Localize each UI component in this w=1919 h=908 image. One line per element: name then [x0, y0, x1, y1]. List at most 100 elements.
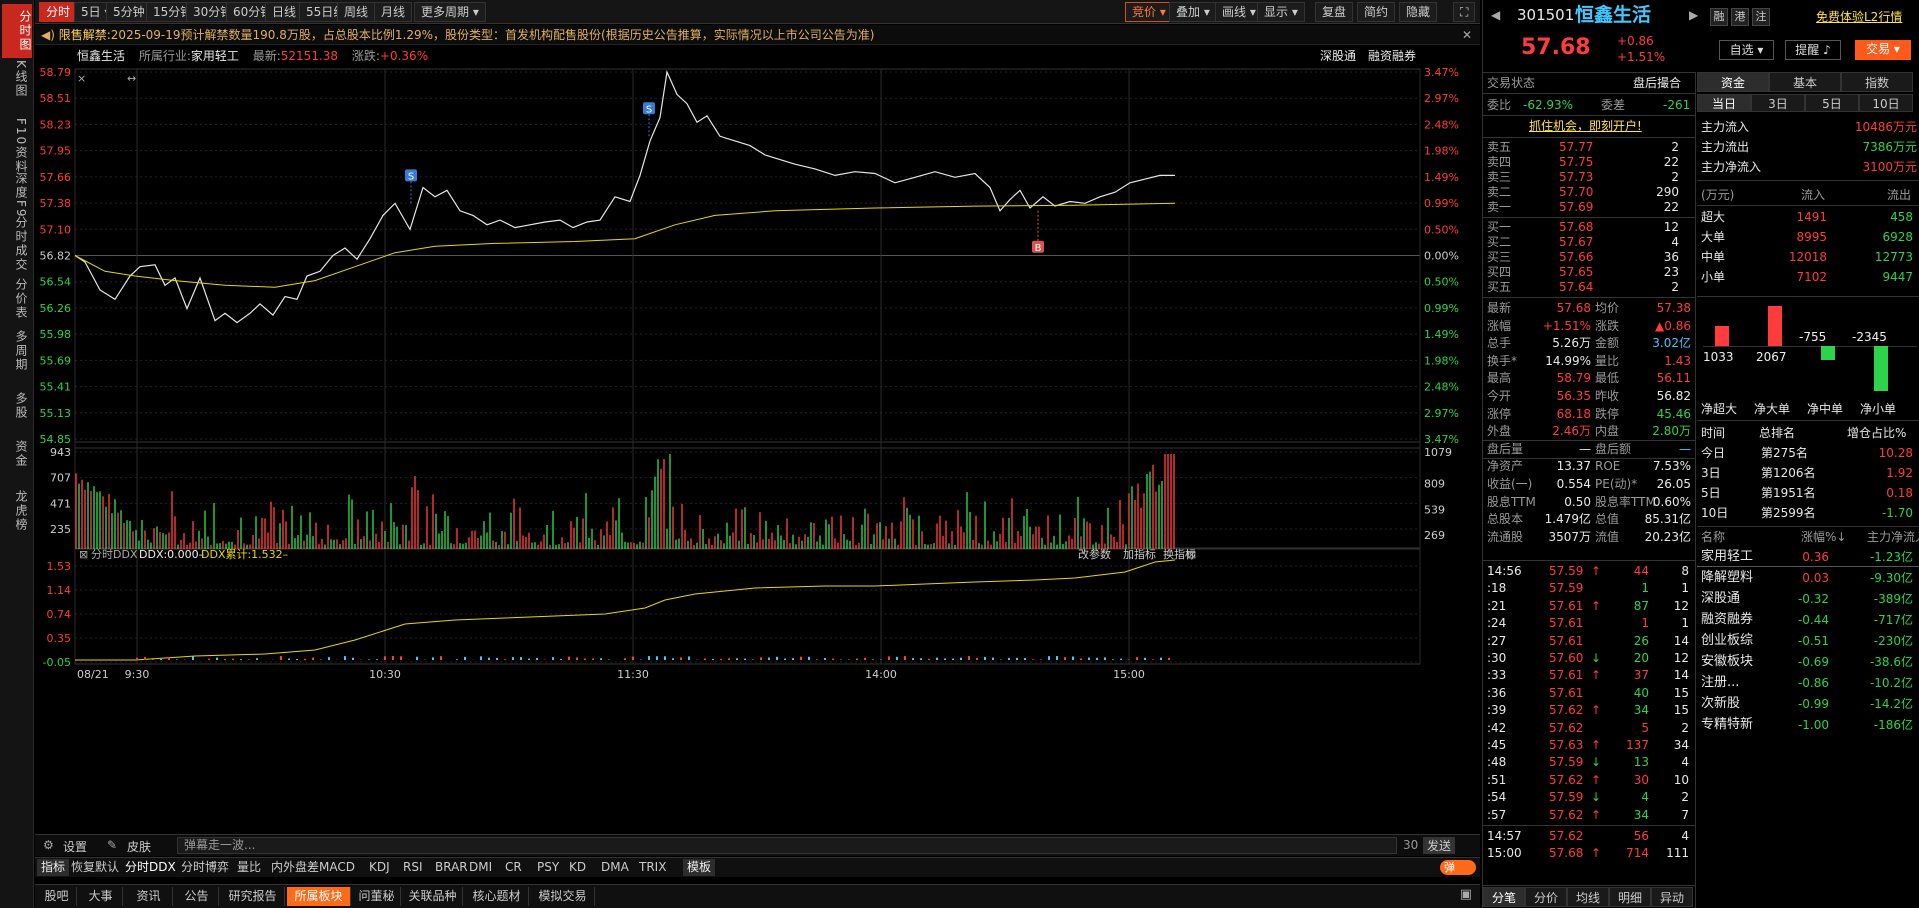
nav-tab-4[interactable]: 研究报告 — [221, 887, 285, 906]
nav-tab-2[interactable]: 资讯 — [125, 887, 173, 906]
indicator-tab-10[interactable]: DMI — [465, 859, 496, 876]
period-tab-8[interactable]: 周线 — [337, 2, 376, 22]
close-icon[interactable]: × — [77, 72, 86, 85]
left-tab-2[interactable]: F10资料 — [6, 118, 28, 174]
tick-tab-3[interactable]: 明细 — [1609, 887, 1651, 907]
left-tab-8[interactable]: 资金 — [6, 440, 28, 468]
left-tab-7[interactable]: 多股 — [6, 392, 28, 420]
next-stock-icon[interactable]: ▶ — [1689, 6, 1698, 24]
nav-tab-1[interactable]: 大事 — [79, 887, 123, 906]
tick-tab-4[interactable]: 异动 — [1651, 887, 1693, 907]
sector-name[interactable]: 家用轻工 — [1701, 548, 1753, 566]
close-icon[interactable]: ✕ — [1462, 25, 1472, 44]
l2-link[interactable]: 免费体验L2行情 — [1816, 8, 1902, 26]
remind-button[interactable]: 提醒 ♪ — [1785, 40, 1841, 60]
sector-name[interactable]: 创业板综 — [1701, 632, 1753, 650]
skin-button[interactable]: 皮肤 — [127, 838, 151, 855]
indicator-tab-16[interactable]: 模板 — [683, 859, 716, 876]
nav-tab-7[interactable]: 关联品种 — [403, 887, 463, 906]
ddx-tool-0[interactable]: 改参数 — [1078, 547, 1111, 561]
stock-tag-2[interactable]: 注 — [1752, 8, 1770, 26]
nav-tab-5[interactable]: 所属板块 — [287, 887, 351, 906]
prev-stock-icon[interactable]: ◀ — [1491, 6, 1500, 24]
indicator-tab-7[interactable]: KDJ — [365, 859, 394, 876]
indicator-tab-2[interactable]: 分时DDX — [121, 859, 180, 876]
left-tab-5[interactable]: 分价表 — [6, 278, 28, 320]
fund-tab-0[interactable]: 资金 — [1697, 72, 1769, 92]
stock-tag-1[interactable]: 港 — [1731, 8, 1749, 26]
danmu-toggle[interactable]: 弹 — [1440, 860, 1476, 875]
left-tab-6[interactable]: 多周期 — [6, 330, 28, 372]
left-tab-9[interactable]: 龙虎榜 — [6, 490, 28, 532]
indicator-tab-0[interactable]: 指标 — [37, 859, 70, 876]
fullscreen-icon[interactable]: ⛶ — [1453, 2, 1476, 22]
send-button[interactable]: 发送 — [1423, 837, 1456, 854]
sector-name[interactable]: 安徽板块 — [1701, 653, 1753, 671]
fund-day-tab-0[interactable]: 当日 — [1697, 94, 1751, 112]
period-tab-2[interactable]: 5分钟 — [106, 2, 152, 22]
fund-tab-2[interactable]: 指数 — [1841, 72, 1913, 92]
settings-button[interactable]: 设置 — [63, 838, 87, 855]
intraday-chart[interactable]: 58.79 3.47% 58.51 2.97% 58.23 2.48% 57.95 1.98%… — [35, 64, 1480, 844]
indicator-tab-3[interactable]: 分时博弈 — [177, 859, 233, 876]
sector-name[interactable]: 深股通 — [1701, 590, 1740, 608]
period-tab-9[interactable]: 月线 — [374, 2, 413, 22]
skin-icon[interactable]: ✎ — [107, 838, 117, 852]
fund-tab-1[interactable]: 基本 — [1769, 72, 1841, 92]
indicator-tab-4[interactable]: 量比 — [233, 859, 265, 876]
nav-tab-3[interactable]: 公告 — [175, 887, 219, 906]
indicator-tab-11[interactable]: CR — [501, 859, 526, 876]
tick-tab-2[interactable]: 均线 — [1567, 887, 1609, 907]
indicator-tab-12[interactable]: PSY — [533, 859, 563, 876]
hk-connect-link[interactable]: 深股通 — [1320, 46, 1356, 66]
sector-name[interactable]: 降解塑料 — [1701, 569, 1753, 587]
net-bar-1 — [1768, 306, 1782, 346]
danmu-input[interactable]: 弹幕走一波... — [177, 837, 1397, 854]
ddx-tool-1[interactable]: 加指标 — [1123, 547, 1156, 561]
nav-tab-8[interactable]: 核心题材 — [465, 887, 529, 906]
indicator-tab-6[interactable]: MACD — [315, 859, 359, 876]
indicator-tab-13[interactable]: KD — [565, 859, 590, 876]
gear-icon[interactable]: ⚙ — [43, 838, 54, 852]
watchlist-button[interactable]: 自选 ▾ — [1719, 40, 1774, 60]
tool-button-1[interactable]: 叠加 ▾ — [1169, 2, 1217, 22]
left-tab-0[interactable]: 分时图 — [2, 4, 32, 58]
left-tab-1[interactable]: K线图 — [6, 60, 28, 98]
sector-name[interactable]: 专精特新 — [1701, 716, 1753, 734]
left-tab-3[interactable]: 深度F9 — [6, 172, 28, 219]
tool-button-2[interactable]: 画线 ▾ — [1215, 2, 1263, 22]
period-tab-10[interactable]: 更多周期 ▾ — [414, 2, 486, 22]
fund-day-tab-3[interactable]: 10日 — [1859, 94, 1913, 112]
nav-tab-9[interactable]: 模拟交易 — [531, 887, 595, 906]
nav-tab-6[interactable]: 问董秘 — [353, 887, 401, 906]
indicator-tab-14[interactable]: DMA — [597, 859, 633, 876]
sector-name[interactable]: 融资融券 — [1701, 611, 1753, 629]
close-icon[interactable]: ⊠ — [1187, 548, 1196, 561]
indicator-tab-15[interactable]: TRIX — [635, 859, 670, 876]
tool-button-4[interactable]: 复盘 — [1315, 2, 1354, 22]
tool-button-3[interactable]: 显示 ▾ — [1257, 2, 1305, 22]
period-tab-0[interactable]: 分时 — [39, 2, 78, 22]
indicator-tab-8[interactable]: RSI — [399, 859, 427, 876]
tick-tab-0[interactable]: 分笔 — [1483, 887, 1525, 907]
tool-button-0[interactable]: 竞价 ▾ — [1125, 2, 1173, 22]
stock-tag-0[interactable]: 融 — [1710, 8, 1728, 26]
period-tab-6[interactable]: 日线 — [265, 2, 304, 22]
industry-link[interactable]: 家用轻工 — [191, 49, 239, 63]
nav-tab-0[interactable]: 股吧 — [37, 887, 77, 906]
left-tab-4[interactable]: 分时成交 — [6, 216, 28, 272]
fund-day-tab-2[interactable]: 5日 — [1805, 94, 1859, 112]
fund-day-tab-1[interactable]: 3日 — [1751, 94, 1805, 112]
tool-button-6[interactable]: 隐藏 — [1399, 2, 1438, 22]
indicator-tab-1[interactable]: 恢复默认 — [67, 859, 123, 876]
sector-name[interactable]: 注册... — [1701, 674, 1739, 692]
open-account-link[interactable]: 抓住机会，即刻开户! — [1529, 117, 1642, 135]
tool-button-5[interactable]: 简约 — [1357, 2, 1396, 22]
margin-link[interactable]: 融资融券 — [1368, 46, 1416, 66]
trade-button[interactable]: 交易 ▾ — [1855, 40, 1911, 60]
ddx-collapse-icon[interactable]: ⊠ — [79, 548, 88, 561]
sector-name[interactable]: 次新股 — [1701, 695, 1740, 713]
tick-tab-1[interactable]: 分价 — [1525, 887, 1567, 907]
expand-icon[interactable]: ↔ — [127, 72, 136, 85]
layout-icon[interactable]: ▣ — [1460, 887, 1472, 902]
